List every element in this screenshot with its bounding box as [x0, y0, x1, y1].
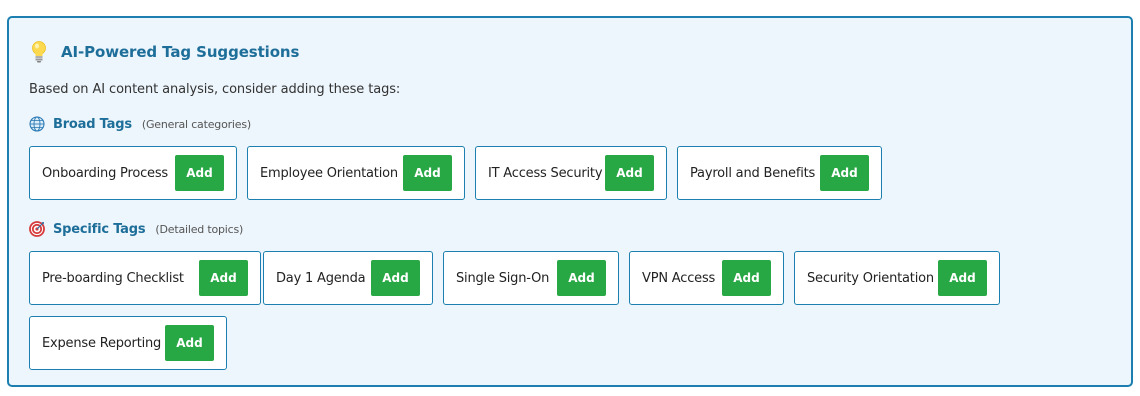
tag-chip: IT Access Security Add [475, 146, 667, 200]
globe-icon [29, 116, 45, 132]
add-tag-button[interactable]: Add [165, 325, 214, 361]
tag-label: Expense Reporting [42, 335, 162, 351]
tag-label: VPN Access [642, 270, 716, 286]
add-tag-button[interactable]: Add [605, 155, 654, 191]
specific-tags-heading: Specific Tags (Detailed topics) [29, 221, 243, 237]
add-tag-button[interactable]: Add [175, 155, 224, 191]
tag-label: Day 1 Agenda [276, 270, 366, 286]
broad-tags-heading: Broad Tags (General categories) [29, 116, 251, 132]
tag-label: Single Sign-On [456, 270, 550, 286]
panel-header: AI-Powered Tag Suggestions [31, 39, 299, 65]
add-tag-button[interactable]: Add [403, 155, 452, 191]
add-tag-button[interactable]: Add [199, 260, 248, 296]
tag-chip: Day 1 Agenda Add [263, 251, 433, 305]
tag-label: Security Orientation [807, 270, 934, 286]
tag-chip: Expense Reporting Add [29, 316, 227, 370]
add-tag-button[interactable]: Add [820, 155, 869, 191]
specific-tags-title: Specific Tags [53, 221, 146, 237]
broad-tags-subtitle: (General categories) [141, 117, 251, 131]
tag-label: Employee Orientation [260, 165, 398, 181]
tag-label: Pre-boarding Checklist [42, 270, 184, 286]
tag-chip: Employee Orientation Add [247, 146, 465, 200]
lightbulb-icon [31, 40, 47, 64]
broad-tags-title: Broad Tags [53, 116, 132, 132]
add-tag-button[interactable]: Add [938, 260, 987, 296]
tag-chip: Single Sign-On Add [443, 251, 619, 305]
tag-chip: Onboarding Process Add [29, 146, 237, 200]
panel-description: Based on AI content analysis, consider a… [29, 82, 401, 97]
specific-tags-subtitle: (Detailed topics) [155, 222, 244, 236]
panel-title: AI-Powered Tag Suggestions [61, 43, 300, 61]
add-tag-button[interactable]: Add [722, 260, 771, 296]
add-tag-button[interactable]: Add [371, 260, 420, 296]
tag-chip: VPN Access Add [629, 251, 784, 305]
tag-label: Payroll and Benefits [690, 165, 816, 181]
tag-suggestions-panel: AI-Powered Tag Suggestions Based on AI c… [7, 16, 1133, 387]
tag-chip: Payroll and Benefits Add [677, 146, 882, 200]
add-tag-button[interactable]: Add [557, 260, 606, 296]
tag-chip: Security Orientation Add [794, 251, 1000, 305]
tag-label: Onboarding Process [42, 165, 168, 181]
tag-label: IT Access Security [488, 165, 603, 181]
tag-chip: Pre-boarding Checklist Add [29, 251, 261, 305]
target-icon [29, 221, 45, 237]
